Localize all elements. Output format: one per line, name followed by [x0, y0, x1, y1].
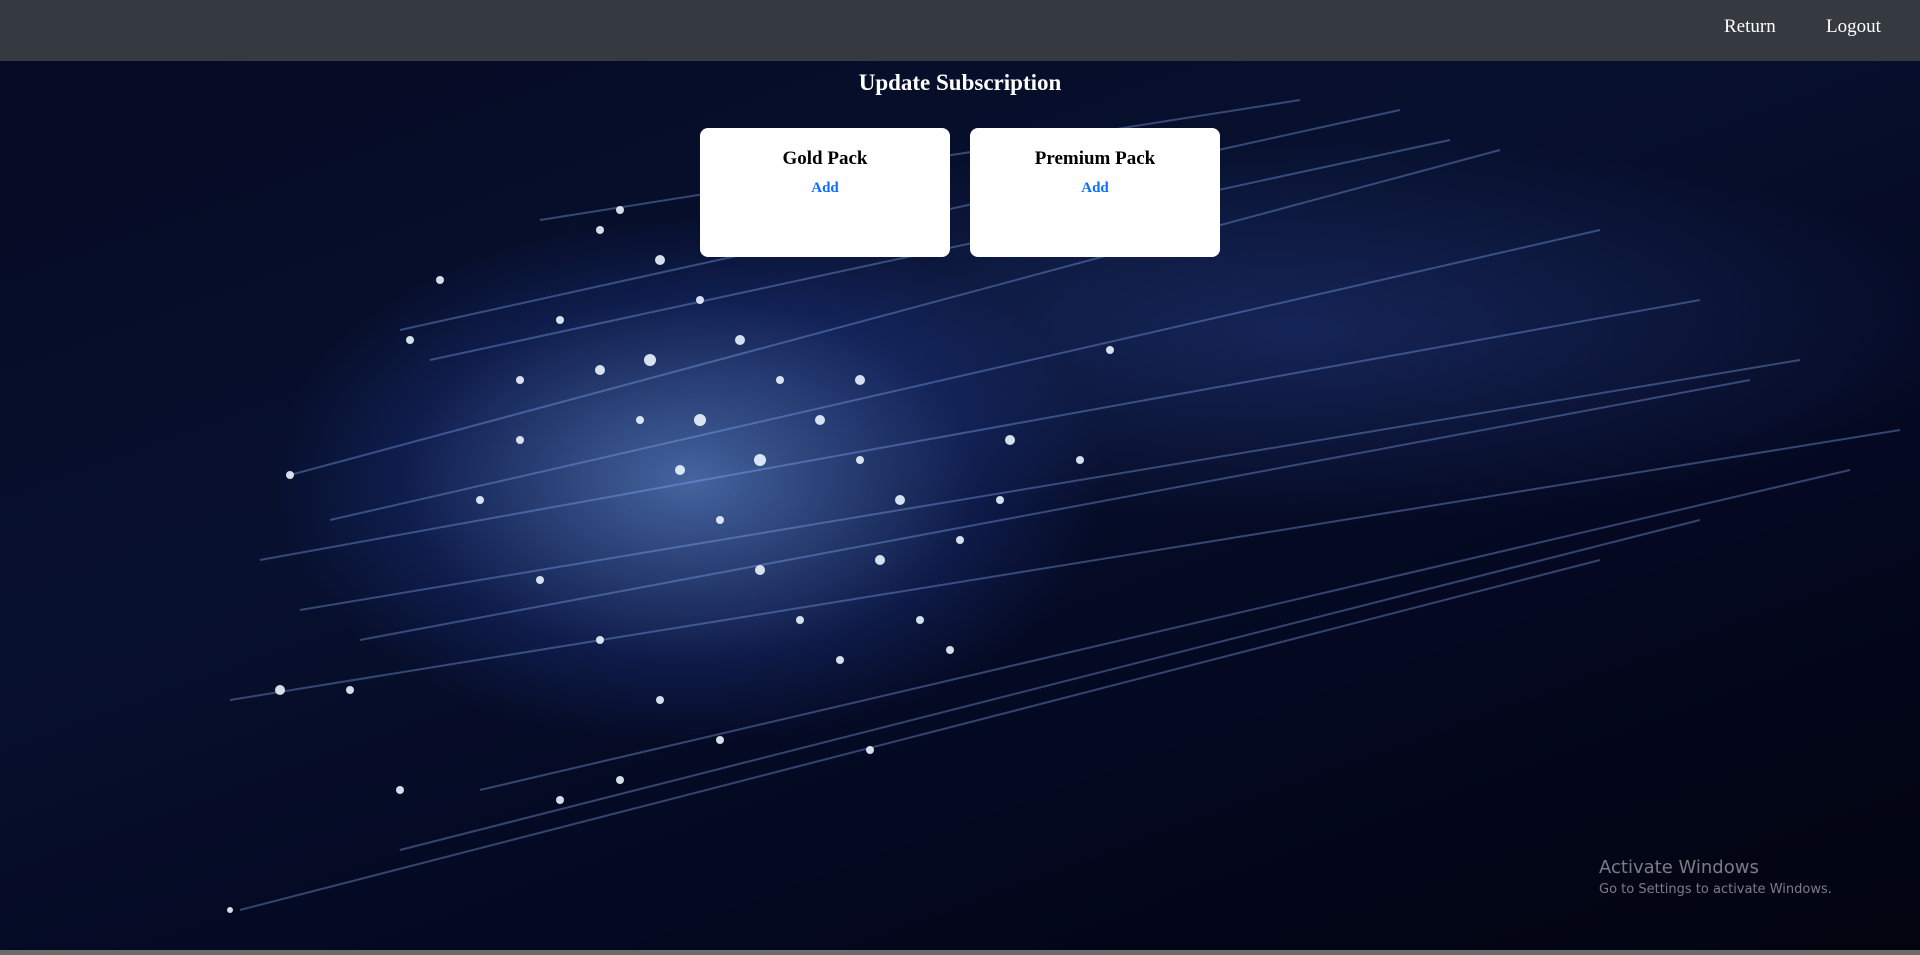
activate-windows-watermark: Activate Windows Go to Settings to activ… — [1599, 857, 1832, 897]
gold-pack-card: Gold Pack Add — [700, 128, 950, 257]
fiber-optic-strands-graphic — [227, 99, 1901, 913]
gold-pack-title: Gold Pack — [782, 148, 868, 169]
watermark-title: Activate Windows — [1599, 857, 1759, 878]
premium-pack-card: Premium Pack Add — [970, 128, 1220, 257]
horizontal-scrollbar[interactable] — [0, 950, 1920, 955]
page-title: Update Subscription — [858, 70, 1062, 95]
watermark-subtitle: Go to Settings to activate Windows. — [1599, 882, 1832, 897]
background-fiber-optic-image — [0, 0, 1920, 955]
gold-pack-add-button[interactable]: Add — [811, 180, 839, 197]
logout-link[interactable]: Logout — [1826, 16, 1881, 38]
return-link[interactable]: Return — [1724, 16, 1776, 38]
premium-pack-add-button[interactable]: Add — [1081, 180, 1109, 197]
premium-pack-title: Premium Pack — [1034, 148, 1156, 169]
top-navbar: Return Logout — [0, 0, 1920, 61]
